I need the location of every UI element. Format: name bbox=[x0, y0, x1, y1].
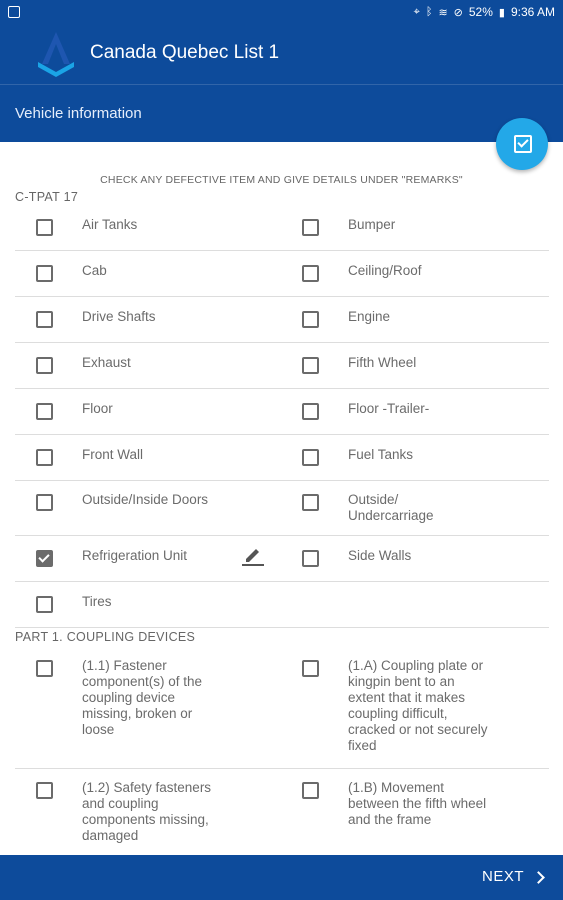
next-label: NEXT bbox=[481, 868, 524, 885]
item-label: (1.2) Safety fasteners and coupling comp… bbox=[82, 780, 212, 843]
checklist-row: Tires bbox=[15, 581, 549, 628]
section-title: C-TPAT 17 bbox=[15, 190, 79, 204]
checkbox[interactable] bbox=[36, 357, 53, 374]
item-label: Floor -Trailer- bbox=[348, 401, 430, 416]
location-icon: ⌖ bbox=[413, 5, 420, 18]
item-label: (1.B) Movement between the fifth wheel a… bbox=[348, 780, 487, 827]
bluetooth-icon: ᛒ bbox=[425, 6, 433, 18]
checkbox[interactable] bbox=[302, 265, 319, 282]
item-label: Engine bbox=[348, 309, 391, 324]
checkbox[interactable] bbox=[302, 403, 319, 420]
item-label: Refrigeration Unit bbox=[82, 548, 188, 563]
alarm-icon: ⊘ bbox=[453, 6, 463, 19]
item-label: Side Walls bbox=[348, 548, 412, 563]
checkbox[interactable] bbox=[36, 494, 53, 511]
checkbox[interactable] bbox=[36, 596, 53, 613]
item-label: Outside/ Undercarriage bbox=[348, 492, 434, 523]
status-bar: ⌖ ᛒ ≋ ⊘ 52% ▮ 9:36 AM bbox=[0, 0, 563, 26]
item-label: Exhaust bbox=[82, 355, 131, 370]
checklist-row: Exhaust Fifth Wheel bbox=[15, 342, 549, 389]
checkbox[interactable] bbox=[36, 782, 53, 799]
item-label: (1.1) Fastener component(s) of the coupl… bbox=[82, 658, 203, 737]
bottom-bar: NEXT bbox=[0, 855, 563, 900]
checkbox[interactable] bbox=[302, 311, 319, 328]
checkbox[interactable] bbox=[302, 550, 319, 567]
tri-a-logo bbox=[38, 32, 74, 77]
checkbox[interactable] bbox=[36, 265, 53, 282]
item-label: Drive Shafts bbox=[82, 309, 156, 324]
checklist-row: Front Wall Fuel Tanks bbox=[15, 434, 549, 481]
battery-icon: ▮ bbox=[498, 6, 505, 19]
wifi-icon: ≋ bbox=[438, 6, 448, 19]
checkbox[interactable] bbox=[302, 494, 319, 511]
checklist-row: Refrigeration Unit Side Walls bbox=[15, 535, 549, 582]
app-title: Canada Quebec List 1 bbox=[90, 42, 280, 63]
checkbox[interactable] bbox=[302, 782, 319, 799]
notification-icon bbox=[8, 6, 20, 18]
checkbox-checked[interactable] bbox=[36, 550, 53, 567]
clock: 9:36 AM bbox=[510, 5, 555, 19]
item-label: Outside/Inside Doors bbox=[82, 492, 209, 507]
item-label: Ceiling/Roof bbox=[348, 263, 422, 278]
checklist-row: Floor Floor -Trailer- bbox=[15, 388, 549, 435]
checkbox[interactable] bbox=[36, 403, 53, 420]
checkbox[interactable] bbox=[302, 449, 319, 466]
checkbox[interactable] bbox=[36, 311, 53, 328]
status-icons: ⌖ ᛒ ≋ ⊘ 52% ▮ 9:36 AM bbox=[414, 5, 555, 19]
checkbox[interactable] bbox=[302, 660, 319, 677]
item-label: Bumper bbox=[348, 217, 396, 232]
item-label: Floor bbox=[82, 401, 113, 416]
item-label: Cab bbox=[82, 263, 107, 278]
chevron-right-icon bbox=[532, 870, 545, 884]
checkbox[interactable] bbox=[302, 219, 319, 236]
app-bar: Canada Quebec List 1 bbox=[0, 26, 563, 84]
next-button[interactable]: NEXT bbox=[481, 868, 545, 885]
item-label: (1.A) Coupling plate or kingpin bent to … bbox=[348, 658, 488, 753]
checklist-content[interactable]: CHECK ANY DEFECTIVE ITEM AND GIVE DETAIL… bbox=[0, 141, 563, 855]
item-label: Front Wall bbox=[82, 447, 144, 462]
page-title: Vehicle information bbox=[15, 105, 142, 122]
edit-icon[interactable] bbox=[241, 546, 265, 566]
checklist-row: Cab Ceiling/Roof bbox=[15, 250, 549, 297]
item-label: Tires bbox=[82, 594, 112, 609]
item-label: Fifth Wheel bbox=[348, 355, 417, 370]
checkbox[interactable] bbox=[36, 660, 53, 677]
section-title: PART 1. COUPLING DEVICES bbox=[15, 630, 196, 644]
battery-percent: 52% bbox=[468, 5, 493, 19]
checklist-row: (1.1) Fastener component(s) of the coupl… bbox=[15, 646, 549, 769]
sub-header: Vehicle information bbox=[0, 84, 563, 142]
item-label: Fuel Tanks bbox=[348, 447, 414, 462]
checklist-row: (1.2) Safety fasteners and coupling comp… bbox=[15, 768, 549, 855]
checklist-row: Outside/Inside Doors Outside/ Undercarri… bbox=[15, 480, 549, 536]
checklist-row: Drive Shafts Engine bbox=[15, 296, 549, 343]
checkbox[interactable] bbox=[302, 357, 319, 374]
checkbox[interactable] bbox=[36, 219, 53, 236]
item-label: Air Tanks bbox=[82, 217, 138, 232]
instructions-text: CHECK ANY DEFECTIVE ITEM AND GIVE DETAIL… bbox=[100, 174, 463, 186]
checklist-row: Air Tanks Bumper bbox=[15, 204, 549, 251]
checkbox[interactable] bbox=[36, 449, 53, 466]
